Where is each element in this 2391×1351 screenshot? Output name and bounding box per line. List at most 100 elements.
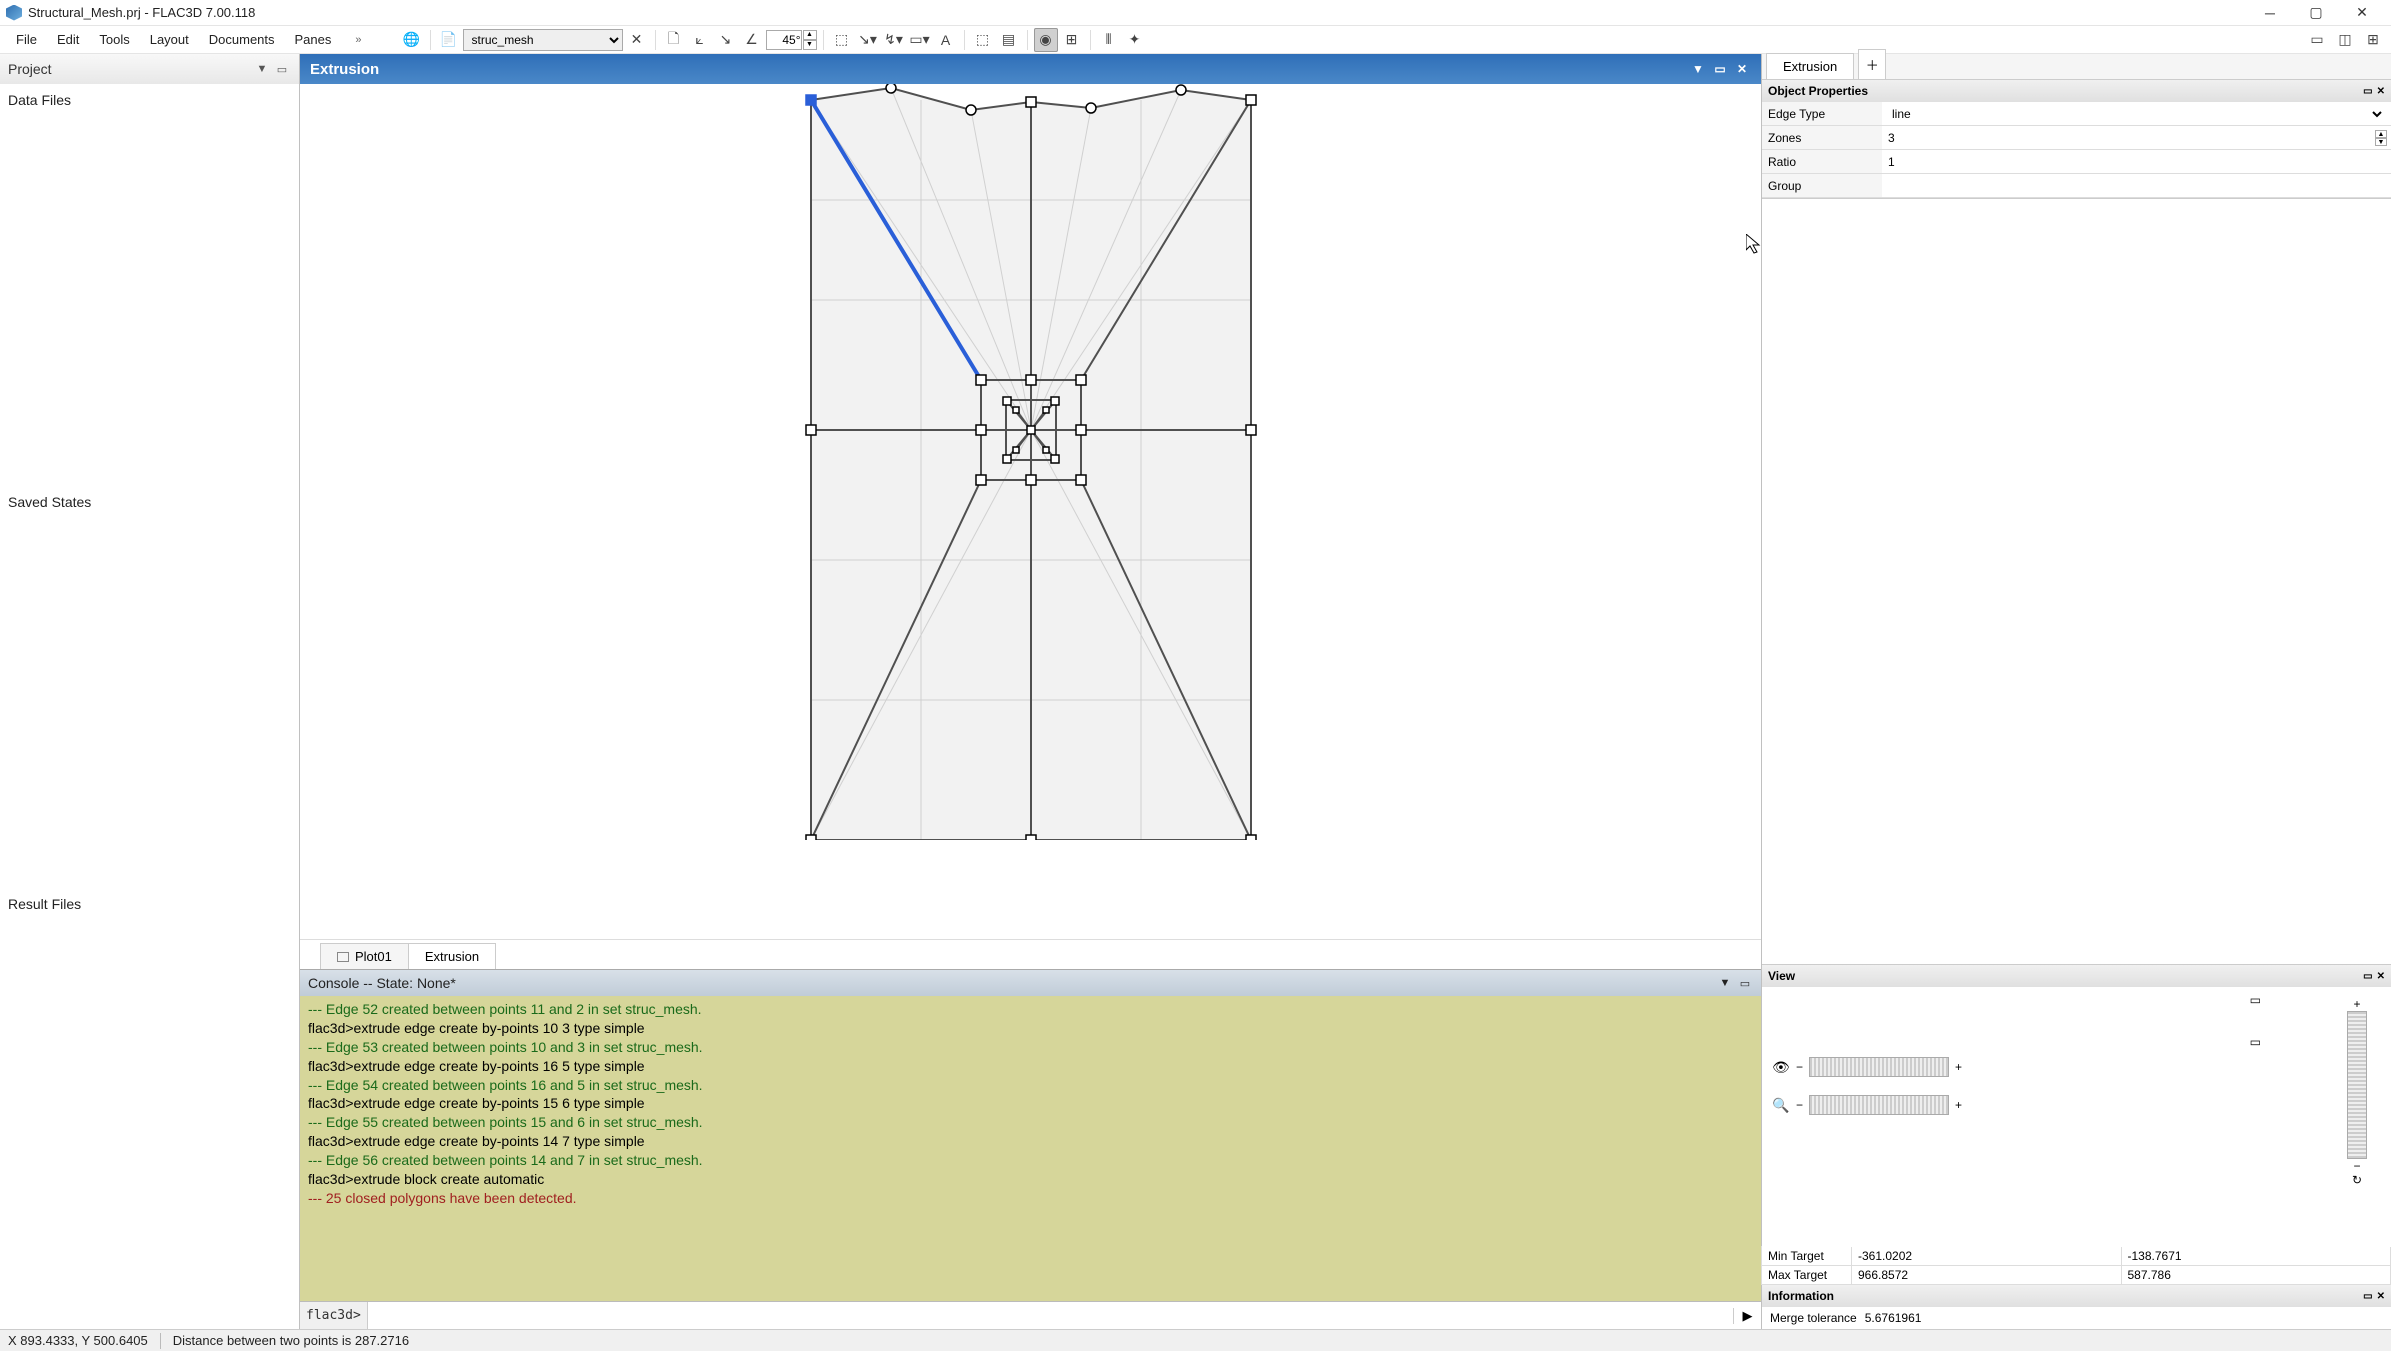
project-dropdown-icon[interactable]: ▼	[253, 60, 271, 78]
view-e-icon[interactable]: ⫴	[1097, 28, 1121, 52]
view-f-icon[interactable]: ✦	[1123, 28, 1147, 52]
set-select[interactable]: struc_mesh	[463, 29, 623, 51]
angle-spinner[interactable]: ▲▼	[803, 30, 817, 50]
extrusion-canvas[interactable]	[300, 84, 1761, 939]
prop-key-group: Group	[1762, 174, 1882, 198]
extrusion-title: Extrusion	[310, 61, 379, 78]
edge-tool-icon[interactable]: ↘	[714, 28, 738, 52]
vertical-slider[interactable]	[2347, 1011, 2367, 1159]
center-min-icon[interactable]: ▭	[1711, 60, 1729, 78]
pane-layout-c-icon[interactable]: ⊞	[2361, 28, 2385, 52]
menu-file[interactable]: File	[6, 28, 47, 51]
view-close-icon[interactable]: ✕	[2377, 971, 2385, 982]
info-close-icon[interactable]: ✕	[2377, 1291, 2385, 1302]
hslider1-minus[interactable]: −	[1796, 1060, 1803, 1074]
console-run-button[interactable]: ▶	[1733, 1308, 1761, 1324]
node-tool-icon[interactable]: ⟀	[688, 28, 712, 52]
rotate-icon[interactable]: ↻	[2352, 1173, 2362, 1187]
pane-layout-a-icon[interactable]: ▭	[2305, 28, 2329, 52]
op-close-icon[interactable]: ✕	[2377, 86, 2385, 97]
line-tool-icon[interactable]: ↘▾	[856, 28, 880, 52]
view-title: View	[1768, 969, 1795, 983]
console-line: --- Edge 56 created between points 14 an…	[308, 1151, 1753, 1170]
maximize-button[interactable]: ▢	[2293, 0, 2339, 26]
hslider1-plus[interactable]: +	[1955, 1060, 1962, 1074]
view-b-icon[interactable]: ▤	[997, 28, 1021, 52]
console-min-icon[interactable]: ▭	[1737, 975, 1753, 991]
horizontal-slider-2[interactable]	[1809, 1095, 1949, 1115]
center-dropdown-icon[interactable]: ▼	[1689, 60, 1707, 78]
min-target-x[interactable]: -361.0202	[1851, 1246, 2122, 1266]
console-line: --- 25 closed polygons have been detecte…	[308, 1189, 1753, 1208]
clear-set-icon[interactable]: ✕	[625, 28, 649, 52]
tab-plot01[interactable]: Plot01	[320, 943, 409, 969]
console-line: --- Edge 52 created between points 11 an…	[308, 1000, 1753, 1019]
view-a-icon[interactable]: ⬚	[971, 28, 995, 52]
console-title: Console -- State: None*	[308, 975, 456, 991]
menu-overflow[interactable]: »	[347, 30, 369, 50]
min-target-y[interactable]: -138.7671	[2121, 1246, 2391, 1266]
right-tab-extrusion[interactable]: Extrusion	[1766, 53, 1854, 79]
prop-val-group[interactable]	[1882, 174, 2391, 198]
new-page-icon[interactable]: 🗋	[662, 28, 686, 52]
right-tab-add[interactable]: ＋	[1858, 49, 1886, 79]
pane-layout-b-icon[interactable]: ◫	[2333, 28, 2357, 52]
op-min-icon[interactable]: ▭	[2363, 86, 2372, 97]
selection-tool-icon[interactable]: ⬚	[830, 28, 854, 52]
max-target-x[interactable]: 966.8572	[1851, 1265, 2122, 1285]
text-tool-icon[interactable]: A	[934, 28, 958, 52]
project-pane-header: Project ▼ ▭	[0, 54, 299, 84]
tab-extrusion[interactable]: Extrusion	[408, 943, 496, 969]
plot-icon	[337, 952, 349, 962]
horizontal-slider-1[interactable]	[1809, 1057, 1949, 1077]
doc-icon[interactable]: 📄	[437, 28, 461, 52]
console-line: --- Edge 55 created between points 15 an…	[308, 1113, 1753, 1132]
max-target-label: Max Target	[1761, 1265, 1852, 1285]
console-output[interactable]: --- Edge 52 created between points 11 an…	[300, 996, 1761, 1301]
view-reset-icon[interactable]: ▭	[2250, 993, 2261, 1007]
globe-icon[interactable]: 🌐	[400, 28, 424, 52]
center-close-icon[interactable]: ✕	[1733, 60, 1751, 78]
angle-tool-icon[interactable]: ∠	[740, 28, 764, 52]
vslider-minus[interactable]: −	[2353, 1159, 2360, 1173]
extrusion-pane-header: Extrusion ▼ ▭ ✕	[300, 54, 1761, 84]
console-line: --- Edge 53 created between points 10 an…	[308, 1038, 1753, 1057]
view-fit-icon[interactable]: ▭	[2250, 1035, 2261, 1049]
console-input[interactable]	[368, 1308, 1733, 1323]
hslider2-minus[interactable]: −	[1796, 1098, 1803, 1112]
min-target-label: Min Target	[1761, 1246, 1852, 1266]
object-properties-header: Object Properties ▭ ✕	[1762, 80, 2391, 102]
prop-val-ratio[interactable]: 1	[1882, 150, 2391, 174]
prop-key-edgetype: Edge Type	[1762, 102, 1882, 126]
window-title: Structural_Mesh.prj - FLAC3D 7.00.118	[28, 5, 2247, 20]
menu-edit[interactable]: Edit	[47, 28, 89, 51]
menu-layout[interactable]: Layout	[140, 28, 199, 51]
info-min-icon[interactable]: ▭	[2363, 1291, 2372, 1302]
prop-val-edgetype[interactable]: line	[1882, 102, 2391, 126]
savedstates-section: Saved States	[8, 494, 291, 510]
console-line: flac3d>extrude edge create by-points 14 …	[308, 1132, 1753, 1151]
vslider-plus[interactable]: +	[2353, 997, 2360, 1011]
view-min-icon[interactable]: ▭	[2363, 971, 2372, 982]
hslider2-plus[interactable]: +	[1955, 1098, 1962, 1112]
console-dropdown-icon[interactable]: ▼	[1717, 975, 1733, 991]
object-properties-title: Object Properties	[1768, 84, 1868, 98]
prop-val-zones[interactable]: 3▲▼	[1882, 126, 2391, 150]
polyline-tool-icon[interactable]: ↯▾	[882, 28, 906, 52]
rect-tool-icon[interactable]: ▭▾	[908, 28, 932, 52]
status-distance: Distance between two points is 287.2716	[173, 1333, 409, 1348]
close-button[interactable]: ✕	[2339, 0, 2385, 26]
menu-documents[interactable]: Documents	[199, 28, 285, 51]
menu-tools[interactable]: Tools	[89, 28, 139, 51]
view-d-icon[interactable]: ⊞	[1060, 28, 1084, 52]
project-min-icon[interactable]: ▭	[273, 60, 291, 78]
console-prompt: flac3d>	[300, 1302, 368, 1329]
tab-plot01-label: Plot01	[355, 949, 392, 964]
view-c-icon[interactable]: ◉	[1034, 28, 1058, 52]
menu-panes[interactable]: Panes	[285, 28, 342, 51]
console-header: Console -- State: None* ▼▭	[300, 970, 1761, 996]
max-target-y[interactable]: 587.786	[2121, 1265, 2391, 1285]
angle-input[interactable]	[766, 30, 802, 50]
minimize-button[interactable]: ─	[2247, 0, 2293, 26]
merge-tolerance-value: 5.6761961	[1865, 1311, 1922, 1325]
